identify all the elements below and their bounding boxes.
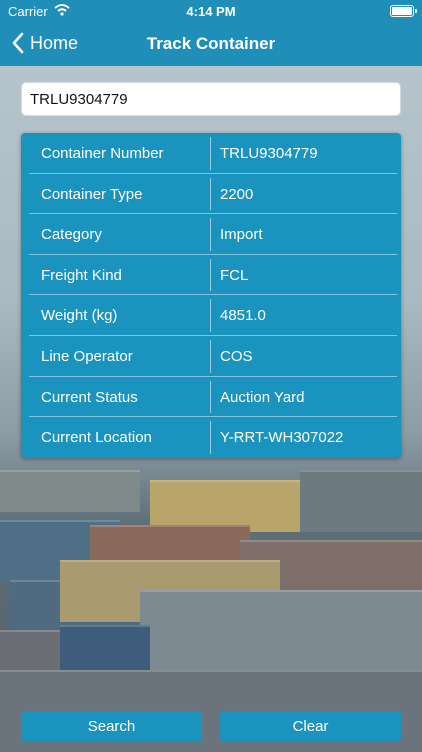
detail-label: Category [41,226,102,244]
detail-value: TRLU9304779 [220,145,318,162]
detail-value: Auction Yard [220,388,305,406]
column-divider [210,177,211,211]
search-button[interactable]: Search [21,711,202,741]
page-title: Track Container [146,34,276,53]
detail-row: Category Import [21,214,401,255]
container-shape [0,470,140,512]
battery-icon [390,5,417,17]
column-divider [210,421,211,454]
detail-value: 4851.0 [220,307,266,325]
column-divider [210,218,211,251]
status-time: 4:14 PM [186,4,236,19]
detail-row: Current Status Auction Yard [21,377,401,418]
detail-value: FCL [220,266,249,284]
container-number-input[interactable] [21,82,401,116]
detail-row: Container Number TRLU9304779 [21,133,401,174]
detail-label: Current Status [41,388,138,406]
container-shape [300,470,422,532]
detail-value: COS [220,348,253,365]
detail-label: Weight (kg) [41,307,118,325]
status-bar: Carrier 4:14 PM [0,0,422,22]
detail-label: Container Number [41,145,164,162]
clear-button[interactable]: Clear [220,711,401,741]
detail-row: Current Location Y-RRT-WH307022 [21,417,401,458]
detail-row: Freight Kind FCL [21,255,401,296]
detail-label: Line Operator [41,348,133,365]
container-shape [140,590,422,682]
column-divider [210,137,211,170]
column-divider [210,299,211,332]
column-divider [210,340,211,373]
detail-value: Import [220,226,263,244]
detail-row: Line Operator COS [21,336,401,377]
detail-label: Current Location [41,429,152,447]
detail-value: Y-RRT-WH307022 [220,429,344,447]
detail-row: Weight (kg) 4851.0 [21,295,401,336]
detail-label: Freight Kind [41,266,122,284]
detail-value: 2200 [220,185,254,203]
column-divider [210,380,211,414]
container-details-card: Container Number TRLU9304779 Container T… [21,133,401,458]
navigation-bar: Home Track Container [0,22,422,66]
detail-label: Container Type [41,185,143,203]
detail-row: Container Type 2200 [21,174,401,215]
column-divider [210,258,211,292]
